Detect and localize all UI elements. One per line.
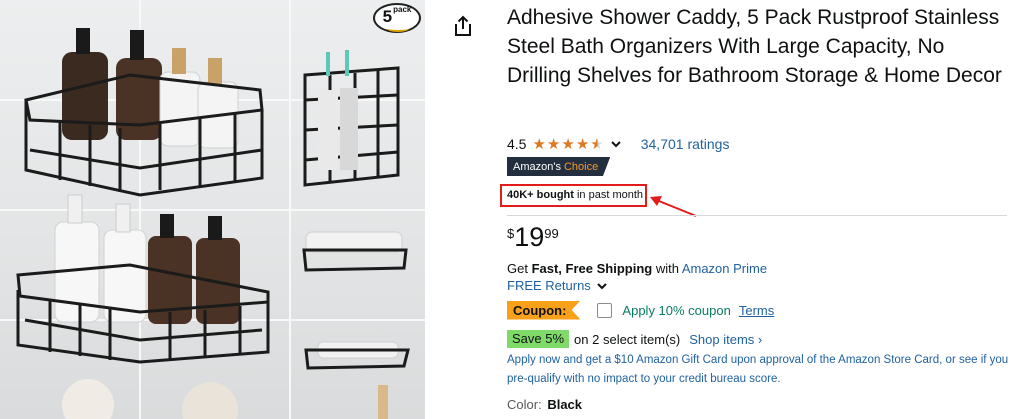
coupon-badge: Coupon: (507, 300, 581, 320)
star-icon: ★ (575, 135, 590, 153)
color-label: Color: (507, 397, 542, 412)
annotation-arrow-icon (650, 196, 697, 217)
price: $1999 (507, 224, 559, 254)
amazon-prime-link[interactable]: Amazon Prime (682, 261, 767, 276)
save-badge: Save 5% (507, 330, 570, 348)
rating-row: 4.5 ★ ★ ★ ★ ★ 34,701 ratings (507, 134, 729, 154)
price-whole: 19 (514, 222, 545, 252)
shower-caddy-photo (0, 0, 425, 419)
coupon-terms-link[interactable]: Terms (739, 303, 774, 318)
pack-count-number: 5 (382, 7, 393, 26)
price-fraction: 99 (544, 226, 559, 241)
shipping-info: Get Fast, Free Shipping with Amazon Prim… (507, 261, 767, 276)
choice-badge-word: Choice (563, 160, 599, 173)
shipping-get: Get (507, 261, 532, 276)
price-symbol: $ (507, 226, 515, 241)
shipping-fast: Fast, Free Shipping (531, 261, 653, 276)
shop-items-link[interactable]: Shop items › (689, 332, 762, 347)
free-returns-label: FREE Returns (507, 278, 591, 293)
share-icon[interactable] (452, 14, 474, 38)
bought-past-month: 40K+ bought in past month (500, 184, 647, 207)
star-icon: ★ (532, 135, 546, 153)
pack-count-word: pack (393, 5, 412, 14)
product-title: Adhesive Shower Caddy, 5 Pack Rustproof … (507, 6, 1002, 87)
color-value: Black (547, 397, 583, 412)
bought-count: 40K+ bought (507, 189, 574, 201)
choice-badge-prefix: Amazon's (513, 160, 561, 173)
amazon-smile-icon (387, 25, 409, 32)
amazons-choice-badge: Amazon's Choice (507, 157, 611, 176)
pack-count-badge: 5pack (373, 3, 421, 33)
star-icon: ★ (546, 135, 561, 153)
coupon-row: Coupon: Apply 10% coupon Terms (507, 300, 774, 320)
chevron-down-icon (597, 282, 607, 289)
product-image[interactable]: 5pack (0, 0, 425, 419)
free-returns-link[interactable]: FREE Returns (507, 278, 608, 293)
save-text: on 2 select item(s) (574, 331, 681, 347)
half-star-icon: ★ (590, 135, 604, 153)
save-row: Save 5% on 2 select item(s) Shop items › (507, 329, 762, 349)
chevron-down-icon[interactable] (609, 137, 623, 151)
ratings-count-link[interactable]: 34,701 ratings (641, 136, 730, 152)
bought-period: in past month (573, 189, 644, 201)
divider (507, 215, 1007, 216)
store-card-promo-link[interactable]: Apply now and get a $10 Amazon Gift Card… (507, 351, 1009, 389)
color-selector: Color: Black (507, 397, 582, 412)
star-icon: ★ (561, 135, 575, 153)
coupon-checkbox[interactable] (597, 302, 613, 318)
rating-value: 4.5 (507, 136, 527, 152)
shipping-with: with (652, 261, 682, 276)
apply-coupon-label[interactable]: Apply 10% coupon (622, 303, 730, 318)
star-rating[interactable]: ★ ★ ★ ★ ★ (532, 137, 604, 152)
